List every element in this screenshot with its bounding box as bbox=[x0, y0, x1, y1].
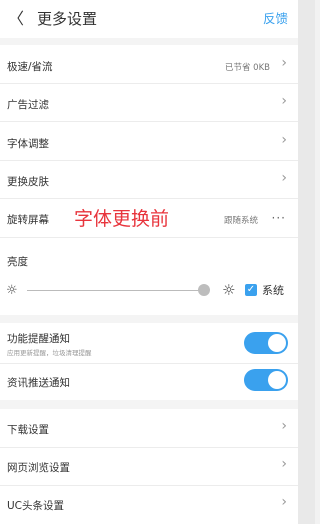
section-gap bbox=[0, 315, 298, 323]
divider bbox=[0, 237, 298, 238]
browse-settings-label: 网页浏览设置 bbox=[7, 462, 70, 474]
red-annotation-text: 字体更换前 bbox=[74, 208, 170, 230]
ad-filter-row[interactable]: 广告过滤 › bbox=[0, 84, 298, 121]
ad-filter-label: 广告过滤 bbox=[7, 99, 49, 111]
chevron-right-icon: › bbox=[281, 418, 287, 434]
rotate-screen-label: 旋转屏幕 bbox=[7, 214, 49, 226]
brightness-slider[interactable] bbox=[27, 290, 205, 291]
feature-notify-subtitle: 应用更新提醒，垃圾清理提醒 bbox=[7, 349, 92, 357]
section-gap bbox=[0, 38, 298, 45]
sun-small-icon: ☼ bbox=[6, 283, 18, 298]
feedback-link[interactable]: 反馈 bbox=[263, 11, 288, 27]
chevron-right-icon: › bbox=[281, 93, 287, 109]
back-button[interactable]: 〈 bbox=[8, 9, 24, 29]
chevron-right-icon: › bbox=[281, 456, 287, 472]
chevron-right-icon: › bbox=[281, 170, 287, 186]
speed-mode-row[interactable]: 极速/省流 已节省 0KB › bbox=[0, 45, 298, 83]
font-size-label: 字体调整 bbox=[7, 138, 49, 150]
toggle-knob bbox=[268, 371, 286, 389]
brightness-slider-thumb[interactable] bbox=[198, 284, 210, 296]
news-notify-row: 资讯推送通知 bbox=[0, 364, 298, 400]
news-notify-label: 资讯推送通知 bbox=[7, 377, 70, 389]
header: 〈 更多设置 反馈 bbox=[0, 0, 298, 38]
side-strip bbox=[298, 0, 315, 524]
skin-label: 更换皮肤 bbox=[7, 176, 49, 188]
news-notify-toggle[interactable] bbox=[244, 369, 288, 391]
uc-news-settings-label: UC头条设置 bbox=[7, 500, 65, 512]
brightness-label: 亮度 bbox=[7, 256, 28, 268]
uc-news-settings-row[interactable]: UC头条设置 › bbox=[0, 486, 298, 524]
font-size-row[interactable]: 字体调整 › bbox=[0, 122, 298, 160]
data-saved-value: 已节省 0KB bbox=[224, 63, 270, 73]
chevron-right-icon: › bbox=[281, 132, 287, 148]
chevron-right-icon: › bbox=[281, 494, 287, 510]
page-title: 更多设置 bbox=[37, 10, 98, 28]
rotate-mode-value: 跟随系统 bbox=[223, 216, 258, 226]
download-settings-label: 下载设置 bbox=[7, 424, 49, 436]
more-dots-icon[interactable]: ··· bbox=[272, 211, 286, 225]
feature-notify-row: 功能提醒通知 应用更新提醒，垃圾清理提醒 bbox=[0, 323, 298, 363]
feature-notify-toggle[interactable] bbox=[244, 332, 288, 354]
skin-row[interactable]: 更换皮肤 › bbox=[0, 161, 298, 198]
speed-mode-label: 极速/省流 bbox=[7, 61, 53, 73]
settings-panel: 〈 更多设置 反馈 极速/省流 已节省 0KB › 广告过滤 › 字体调整 › … bbox=[0, 0, 298, 524]
sun-large-icon: ☼ bbox=[222, 281, 236, 299]
browse-settings-row[interactable]: 网页浏览设置 › bbox=[0, 448, 298, 485]
chevron-right-icon: › bbox=[281, 55, 287, 71]
system-brightness-checkbox[interactable]: ✓ bbox=[245, 284, 257, 296]
system-brightness-label: 系统 bbox=[262, 284, 284, 297]
feature-notify-label: 功能提醒通知 bbox=[7, 333, 70, 345]
download-settings-row[interactable]: 下载设置 › bbox=[0, 409, 298, 447]
toggle-knob bbox=[268, 334, 286, 352]
section-gap bbox=[0, 400, 298, 409]
